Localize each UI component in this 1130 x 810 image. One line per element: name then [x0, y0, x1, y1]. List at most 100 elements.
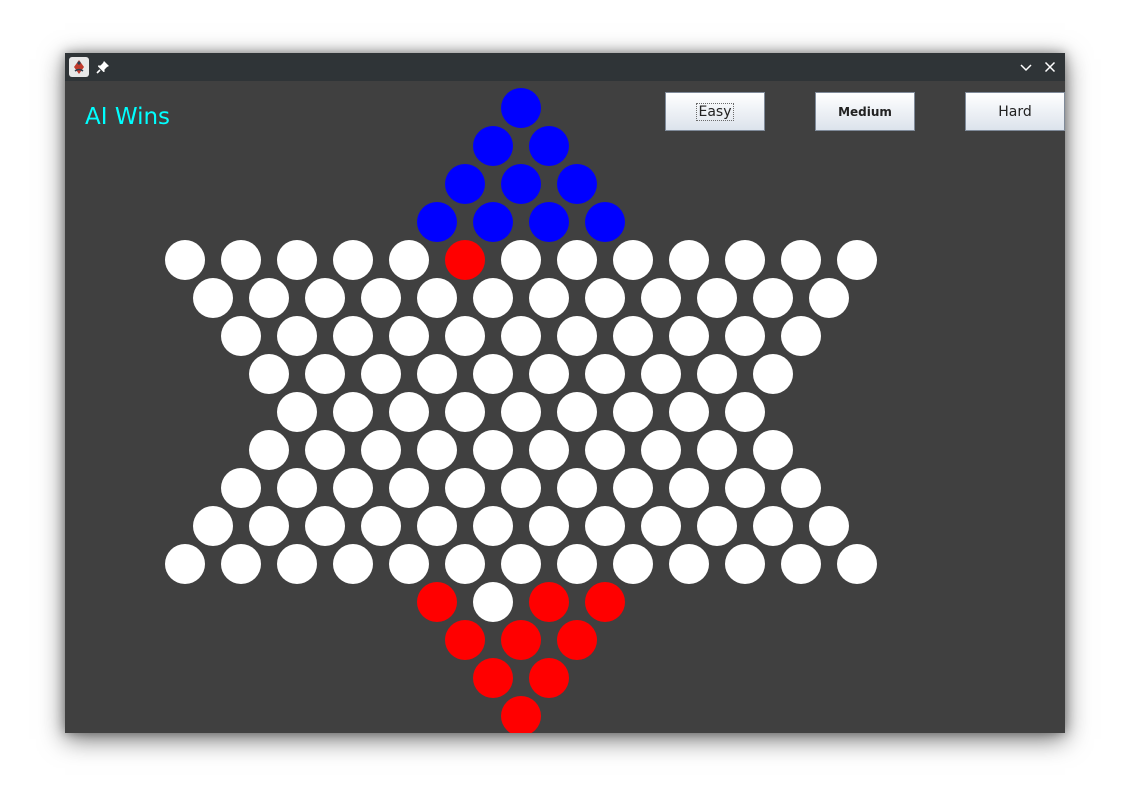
player-marble[interactable]: [529, 582, 569, 622]
empty-hole[interactable]: [781, 240, 821, 280]
player-marble[interactable]: [557, 620, 597, 660]
empty-hole[interactable]: [697, 354, 737, 394]
empty-hole[interactable]: [249, 354, 289, 394]
empty-hole[interactable]: [585, 278, 625, 318]
empty-hole[interactable]: [361, 506, 401, 546]
empty-hole[interactable]: [669, 468, 709, 508]
empty-hole[interactable]: [417, 354, 457, 394]
empty-hole[interactable]: [473, 506, 513, 546]
ai-marble[interactable]: [501, 88, 541, 128]
empty-hole[interactable]: [221, 316, 261, 356]
empty-hole[interactable]: [781, 544, 821, 584]
empty-hole[interactable]: [445, 468, 485, 508]
ai-marble[interactable]: [473, 126, 513, 166]
empty-hole[interactable]: [389, 316, 429, 356]
empty-hole[interactable]: [501, 392, 541, 432]
ai-marble[interactable]: [473, 202, 513, 242]
empty-hole[interactable]: [809, 506, 849, 546]
empty-hole[interactable]: [501, 240, 541, 280]
empty-hole[interactable]: [613, 392, 653, 432]
empty-hole[interactable]: [165, 544, 205, 584]
empty-hole[interactable]: [473, 430, 513, 470]
empty-hole[interactable]: [669, 392, 709, 432]
empty-hole[interactable]: [753, 430, 793, 470]
empty-hole[interactable]: [501, 316, 541, 356]
player-marble[interactable]: [529, 658, 569, 698]
empty-hole[interactable]: [249, 278, 289, 318]
empty-hole[interactable]: [221, 544, 261, 584]
ai-marble[interactable]: [417, 202, 457, 242]
empty-hole[interactable]: [249, 430, 289, 470]
empty-hole[interactable]: [333, 392, 373, 432]
empty-hole[interactable]: [613, 316, 653, 356]
empty-hole[interactable]: [641, 354, 681, 394]
empty-hole[interactable]: [753, 278, 793, 318]
player-marble[interactable]: [501, 620, 541, 660]
empty-hole[interactable]: [529, 430, 569, 470]
empty-hole[interactable]: [277, 316, 317, 356]
empty-hole[interactable]: [669, 240, 709, 280]
empty-hole[interactable]: [585, 354, 625, 394]
ai-marble[interactable]: [445, 164, 485, 204]
empty-hole[interactable]: [417, 506, 457, 546]
empty-hole[interactable]: [725, 468, 765, 508]
empty-hole[interactable]: [221, 468, 261, 508]
empty-hole[interactable]: [529, 354, 569, 394]
empty-hole[interactable]: [193, 506, 233, 546]
empty-hole[interactable]: [557, 240, 597, 280]
empty-hole[interactable]: [809, 278, 849, 318]
ai-marble[interactable]: [501, 164, 541, 204]
empty-hole[interactable]: [697, 430, 737, 470]
empty-hole[interactable]: [389, 392, 429, 432]
empty-hole[interactable]: [277, 544, 317, 584]
empty-hole[interactable]: [473, 278, 513, 318]
empty-hole[interactable]: [725, 240, 765, 280]
player-marble[interactable]: [445, 240, 485, 280]
empty-hole[interactable]: [641, 506, 681, 546]
empty-hole[interactable]: [837, 240, 877, 280]
empty-hole[interactable]: [585, 506, 625, 546]
empty-hole[interactable]: [781, 316, 821, 356]
empty-hole[interactable]: [529, 278, 569, 318]
empty-hole[interactable]: [585, 430, 625, 470]
empty-hole[interactable]: [333, 316, 373, 356]
empty-hole[interactable]: [361, 354, 401, 394]
empty-hole[interactable]: [305, 430, 345, 470]
empty-hole[interactable]: [389, 468, 429, 508]
empty-hole[interactable]: [221, 240, 261, 280]
empty-hole[interactable]: [837, 544, 877, 584]
empty-hole[interactable]: [193, 278, 233, 318]
empty-hole[interactable]: [361, 278, 401, 318]
player-marble[interactable]: [585, 582, 625, 622]
empty-hole[interactable]: [529, 506, 569, 546]
empty-hole[interactable]: [445, 392, 485, 432]
empty-hole[interactable]: [333, 468, 373, 508]
empty-hole[interactable]: [725, 316, 765, 356]
empty-hole[interactable]: [305, 278, 345, 318]
empty-hole[interactable]: [249, 506, 289, 546]
minimize-chevron-icon[interactable]: [1017, 58, 1035, 76]
ai-marble[interactable]: [529, 126, 569, 166]
empty-hole[interactable]: [473, 354, 513, 394]
empty-hole[interactable]: [389, 544, 429, 584]
empty-hole[interactable]: [165, 240, 205, 280]
empty-hole[interactable]: [445, 544, 485, 584]
player-marble[interactable]: [501, 696, 541, 733]
empty-hole[interactable]: [389, 240, 429, 280]
empty-hole[interactable]: [473, 582, 513, 622]
empty-hole[interactable]: [613, 240, 653, 280]
empty-hole[interactable]: [557, 544, 597, 584]
empty-hole[interactable]: [725, 544, 765, 584]
empty-hole[interactable]: [361, 430, 401, 470]
close-icon[interactable]: [1041, 58, 1059, 76]
pin-icon[interactable]: [95, 59, 111, 75]
empty-hole[interactable]: [641, 430, 681, 470]
empty-hole[interactable]: [333, 544, 373, 584]
empty-hole[interactable]: [501, 468, 541, 508]
empty-hole[interactable]: [417, 430, 457, 470]
player-marble[interactable]: [417, 582, 457, 622]
player-marble[interactable]: [445, 620, 485, 660]
empty-hole[interactable]: [305, 354, 345, 394]
empty-hole[interactable]: [781, 468, 821, 508]
empty-hole[interactable]: [501, 544, 541, 584]
